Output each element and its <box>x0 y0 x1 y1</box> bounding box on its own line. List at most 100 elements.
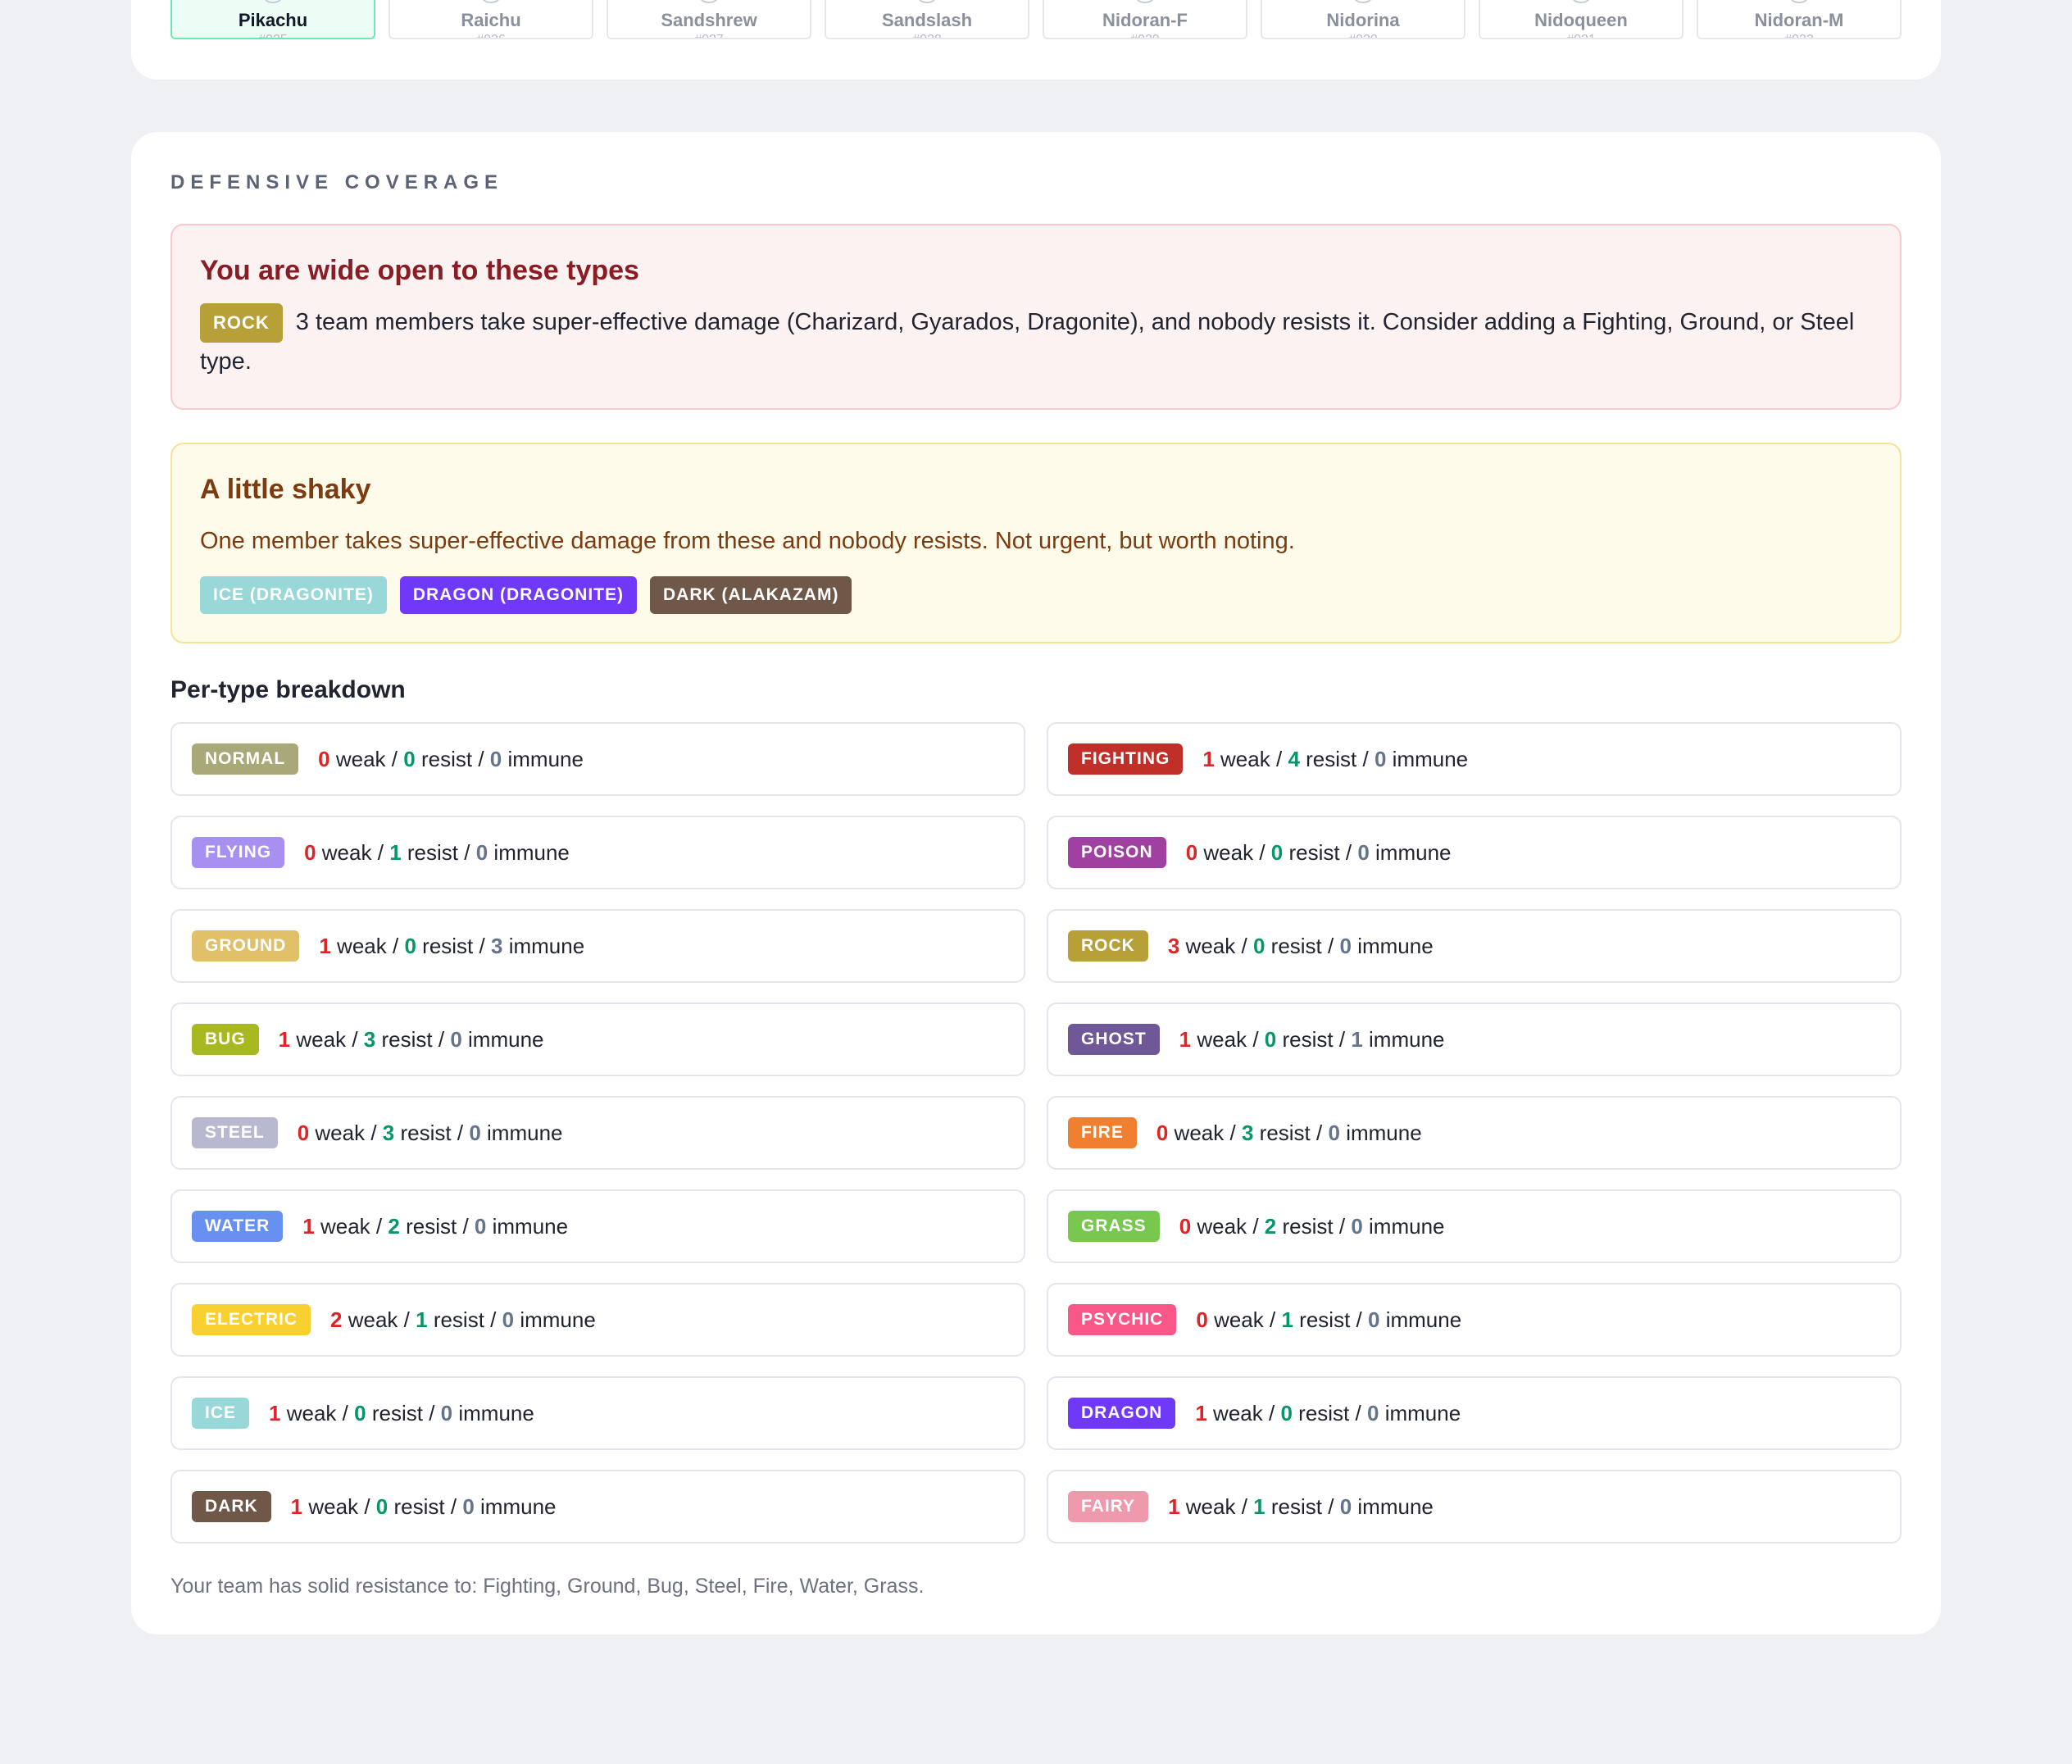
weak-count: 1 <box>302 1213 315 1239</box>
pokemon-tile[interactable]: Sandslash #028 <box>825 0 1029 39</box>
danger-alert-body: ROCK 3 team members take super-effective … <box>200 303 1872 380</box>
type-stats: 0 weak / 3 resist / 0 immune <box>1156 1121 1422 1146</box>
type-badge: PSYCHIC <box>1068 1304 1177 1336</box>
type-row-water: WATER 1 weak / 2 resist / 0 immune <box>170 1189 1025 1264</box>
resist-count: 1 <box>1253 1493 1265 1519</box>
pokemon-name: Nidoran-F <box>1102 10 1188 30</box>
pokemon-tile[interactable]: Pikachu #025 <box>170 0 375 39</box>
resist-label: resist <box>400 1120 452 1145</box>
pokemon-sprite-icon <box>1354 0 1372 3</box>
type-row-ice: ICE 1 weak / 0 resist / 0 immune <box>170 1376 1025 1451</box>
weak-count: 0 <box>297 1120 310 1145</box>
resist-count: 2 <box>388 1213 400 1239</box>
immune-count: 0 <box>1374 746 1387 771</box>
separator: / <box>1229 1120 1236 1145</box>
separator: / <box>438 1026 445 1052</box>
pokemon-sprite-icon <box>918 0 936 3</box>
pokemon-number: #027 <box>608 33 810 38</box>
immune-label: immune <box>1384 1400 1461 1425</box>
type-row-ghost: GHOST 1 weak / 0 resist / 1 immune <box>1047 1002 1902 1077</box>
immune-label: immune <box>1375 839 1452 865</box>
immune-label: immune <box>1346 1120 1422 1145</box>
warning-alert-text: One member takes super-effective damage … <box>200 528 1295 555</box>
type-stats: 1 weak / 0 resist / 0 immune <box>269 1401 534 1426</box>
pokemon-tile[interactable]: Raichu #026 <box>388 0 593 39</box>
separator: / <box>1252 1026 1259 1052</box>
type-stats: 1 weak / 4 resist / 0 immune <box>1202 747 1468 772</box>
immune-count: 0 <box>1339 1493 1352 1519</box>
defensive-coverage-card: DEFENSIVE COVERAGE You are wide open to … <box>131 132 1941 1634</box>
weak-label: weak <box>308 1493 359 1519</box>
separator: / <box>364 1493 370 1519</box>
immune-label: immune <box>493 839 570 865</box>
weak-label: weak <box>337 933 387 958</box>
immune-count: 0 <box>1366 1400 1379 1425</box>
pokemon-tile[interactable]: Nidorina #030 <box>1261 0 1465 39</box>
separator: / <box>1328 933 1334 958</box>
resist-label: resist <box>1270 1493 1322 1519</box>
pokemon-sprite-icon <box>1136 0 1154 3</box>
pokemon-picker-card: Pikachu #025 Raichu #026 Sandshrew #027 Sandsl… <box>131 0 1941 80</box>
weak-count: 0 <box>318 746 330 771</box>
pokemon-sprite-icon <box>482 0 500 3</box>
pokemon-name: Sandshrew <box>661 10 757 30</box>
type-stats: 1 weak / 1 resist / 0 immune <box>1168 1494 1434 1520</box>
danger-alert-title: You are wide open to these types <box>200 255 639 286</box>
type-row-ground: GROUND 1 weak / 0 resist / 3 immune <box>170 909 1025 984</box>
warning-type-badge: DARK (ALAKAZAM) <box>649 576 852 615</box>
pokemon-number: #032 <box>1698 33 1900 38</box>
pokemon-tile[interactable]: Nidoran-M #032 <box>1697 0 1902 39</box>
type-badge-rock: ROCK <box>200 303 283 343</box>
immune-count: 0 <box>440 1400 453 1425</box>
pokemon-number: #029 <box>1044 33 1246 38</box>
pokemon-number: #031 <box>1480 33 1682 38</box>
weak-label: weak <box>315 1120 366 1145</box>
immune-label: immune <box>492 1213 569 1239</box>
type-badge: FIRE <box>1068 1117 1137 1149</box>
type-stats: 1 weak / 3 resist / 0 immune <box>279 1027 544 1052</box>
separator: / <box>1338 1213 1346 1239</box>
pokemon-tile[interactable]: Nidoran-F #029 <box>1043 0 1247 39</box>
type-row-bug: BUG 1 weak / 3 resist / 0 immune <box>170 1002 1025 1077</box>
immune-count: 0 <box>462 1493 475 1519</box>
resist-label: resist <box>1288 839 1340 865</box>
pokemon-tile[interactable]: Sandshrew #027 <box>607 0 811 39</box>
type-badge: POISON <box>1068 837 1166 869</box>
warning-type-badge: ICE (DRAGONITE) <box>200 576 387 615</box>
pokemon-strip: Pikachu #025 Raichu #026 Sandshrew #027 Sandsl… <box>170 0 1902 39</box>
pokemon-sprite-icon <box>700 0 718 3</box>
type-row-flying: FLYING 0 weak / 1 resist / 0 immune <box>170 816 1025 890</box>
warning-type-badge: DRAGON (DRAGONITE) <box>399 576 637 615</box>
immune-count: 0 <box>1357 839 1370 865</box>
immune-label: immune <box>480 1493 557 1519</box>
resist-count: 2 <box>1264 1213 1277 1239</box>
weak-count: 1 <box>1168 1493 1180 1519</box>
type-row-fairy: FAIRY 1 weak / 1 resist / 0 immune <box>1047 1470 1902 1544</box>
resist-label: resist <box>1298 1400 1350 1425</box>
type-stats: 1 weak / 0 resist / 0 immune <box>291 1494 557 1520</box>
pokemon-sprite-icon <box>1572 0 1590 3</box>
type-stats: 0 weak / 0 resist / 0 immune <box>1186 840 1452 866</box>
separator: / <box>464 839 470 865</box>
type-row-fire: FIRE 0 weak / 3 resist / 0 immune <box>1047 1096 1902 1171</box>
pokemon-name: Pikachu <box>238 10 308 30</box>
immune-label: immune <box>458 1400 534 1425</box>
resist-count: 0 <box>1264 1026 1277 1052</box>
type-badge: DARK <box>192 1491 271 1523</box>
type-badge: STEEL <box>192 1117 278 1149</box>
pokemon-tile[interactable]: Nidoqueen #031 <box>1479 0 1684 39</box>
immune-label: immune <box>1385 1307 1462 1332</box>
breakdown-heading: Per-type breakdown <box>170 676 406 704</box>
type-badge: FLYING <box>192 837 285 869</box>
separator: / <box>1259 839 1265 865</box>
type-stats: 0 weak / 1 resist / 0 immune <box>304 840 570 866</box>
separator: / <box>1252 1213 1259 1239</box>
immune-count: 0 <box>489 746 502 771</box>
immune-count: 0 <box>1328 1120 1340 1145</box>
pokemon-sprite-icon <box>1790 0 1808 3</box>
weak-label: weak <box>320 1213 370 1239</box>
separator: / <box>342 1400 348 1425</box>
separator: / <box>1275 746 1283 771</box>
weak-count: 1 <box>1195 1400 1207 1425</box>
type-badge: FIGHTING <box>1068 743 1184 775</box>
